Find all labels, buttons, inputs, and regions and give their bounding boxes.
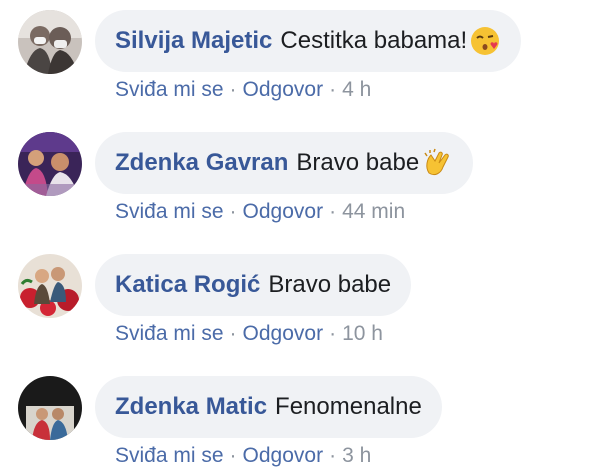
comment-text: Bravo babe (296, 149, 420, 176)
reply-link[interactable]: Odgovor (243, 322, 324, 345)
avatar[interactable] (18, 376, 82, 440)
comment-text: Fenomenalne (275, 393, 422, 420)
clapping-hands-emoji-icon (421, 147, 453, 179)
avatar[interactable] (18, 10, 82, 74)
separator-dot: · (229, 78, 237, 101)
comment-list: Silvija Majetic Cestitka babama! Sviđa m… (0, 0, 590, 470)
like-link[interactable]: Sviđa mi se (115, 78, 224, 101)
comment-actions: Sviđa mi se · Odgovor · 4 h (115, 78, 371, 102)
comment-timestamp[interactable]: 10 h (342, 322, 383, 345)
comment-author[interactable]: Silvija Majetic (115, 27, 272, 55)
comment-bubble: Zdenka Matic Fenomenalne (95, 376, 442, 438)
comment-timestamp[interactable]: 4 h (342, 78, 371, 101)
separator-dot: · (329, 444, 337, 467)
comment-item: Katica Rogić Bravo babe Sviđa mi se · Odgo… (0, 244, 590, 354)
comment-bubble: Katica Rogić Bravo babe (95, 254, 412, 316)
comment-author[interactable]: Zdenka Matic (115, 393, 267, 421)
comment-bubble: Zdenka Gavran Bravo babe (95, 132, 474, 194)
comment-author[interactable]: Katica Rogić (115, 271, 260, 299)
like-link[interactable]: Sviđa mi se (115, 200, 224, 223)
separator-dot: · (229, 322, 237, 345)
separator-dot: · (229, 444, 237, 467)
comment-actions: Sviđa mi se · Odgovor · 10 h (115, 322, 383, 346)
separator-dot: · (229, 200, 237, 223)
comment-actions: Sviđa mi se · Odgovor · 3 h (115, 444, 371, 468)
comment-text: Bravo babe (268, 271, 392, 298)
avatar[interactable] (18, 132, 82, 196)
comment-bubble: Silvija Majetic Cestitka babama! (95, 10, 522, 72)
reply-link[interactable]: Odgovor (243, 200, 324, 223)
avatar-photo (18, 254, 82, 318)
separator-dot: · (329, 322, 337, 345)
comment-item: Zdenka Matic Fenomenalne Sviđa mi se · Odg… (0, 366, 590, 470)
avatar-photo (18, 132, 82, 196)
comment-item: Silvija Majetic Cestitka babama! Sviđa m… (0, 0, 590, 110)
comment-item: Zdenka Gavran Bravo babe Sviđa mi se · Odg… (0, 122, 590, 232)
reply-link[interactable]: Odgovor (243, 444, 324, 467)
comment-author[interactable]: Zdenka Gavran (115, 149, 288, 177)
separator-dot: · (329, 78, 337, 101)
avatar-photo (18, 10, 82, 74)
comment-timestamp[interactable]: 3 h (342, 444, 371, 467)
kissing-face-emoji-icon (469, 25, 501, 57)
separator-dot: · (329, 200, 337, 223)
reply-link[interactable]: Odgovor (243, 78, 324, 101)
avatar-photo (18, 376, 82, 440)
like-link[interactable]: Sviđa mi se (115, 444, 224, 467)
comment-timestamp[interactable]: 44 min (342, 200, 405, 223)
like-link[interactable]: Sviđa mi se (115, 322, 224, 345)
comment-text: Cestitka babama! (280, 27, 468, 54)
comment-actions: Sviđa mi se · Odgovor · 44 min (115, 200, 405, 224)
avatar[interactable] (18, 254, 82, 318)
